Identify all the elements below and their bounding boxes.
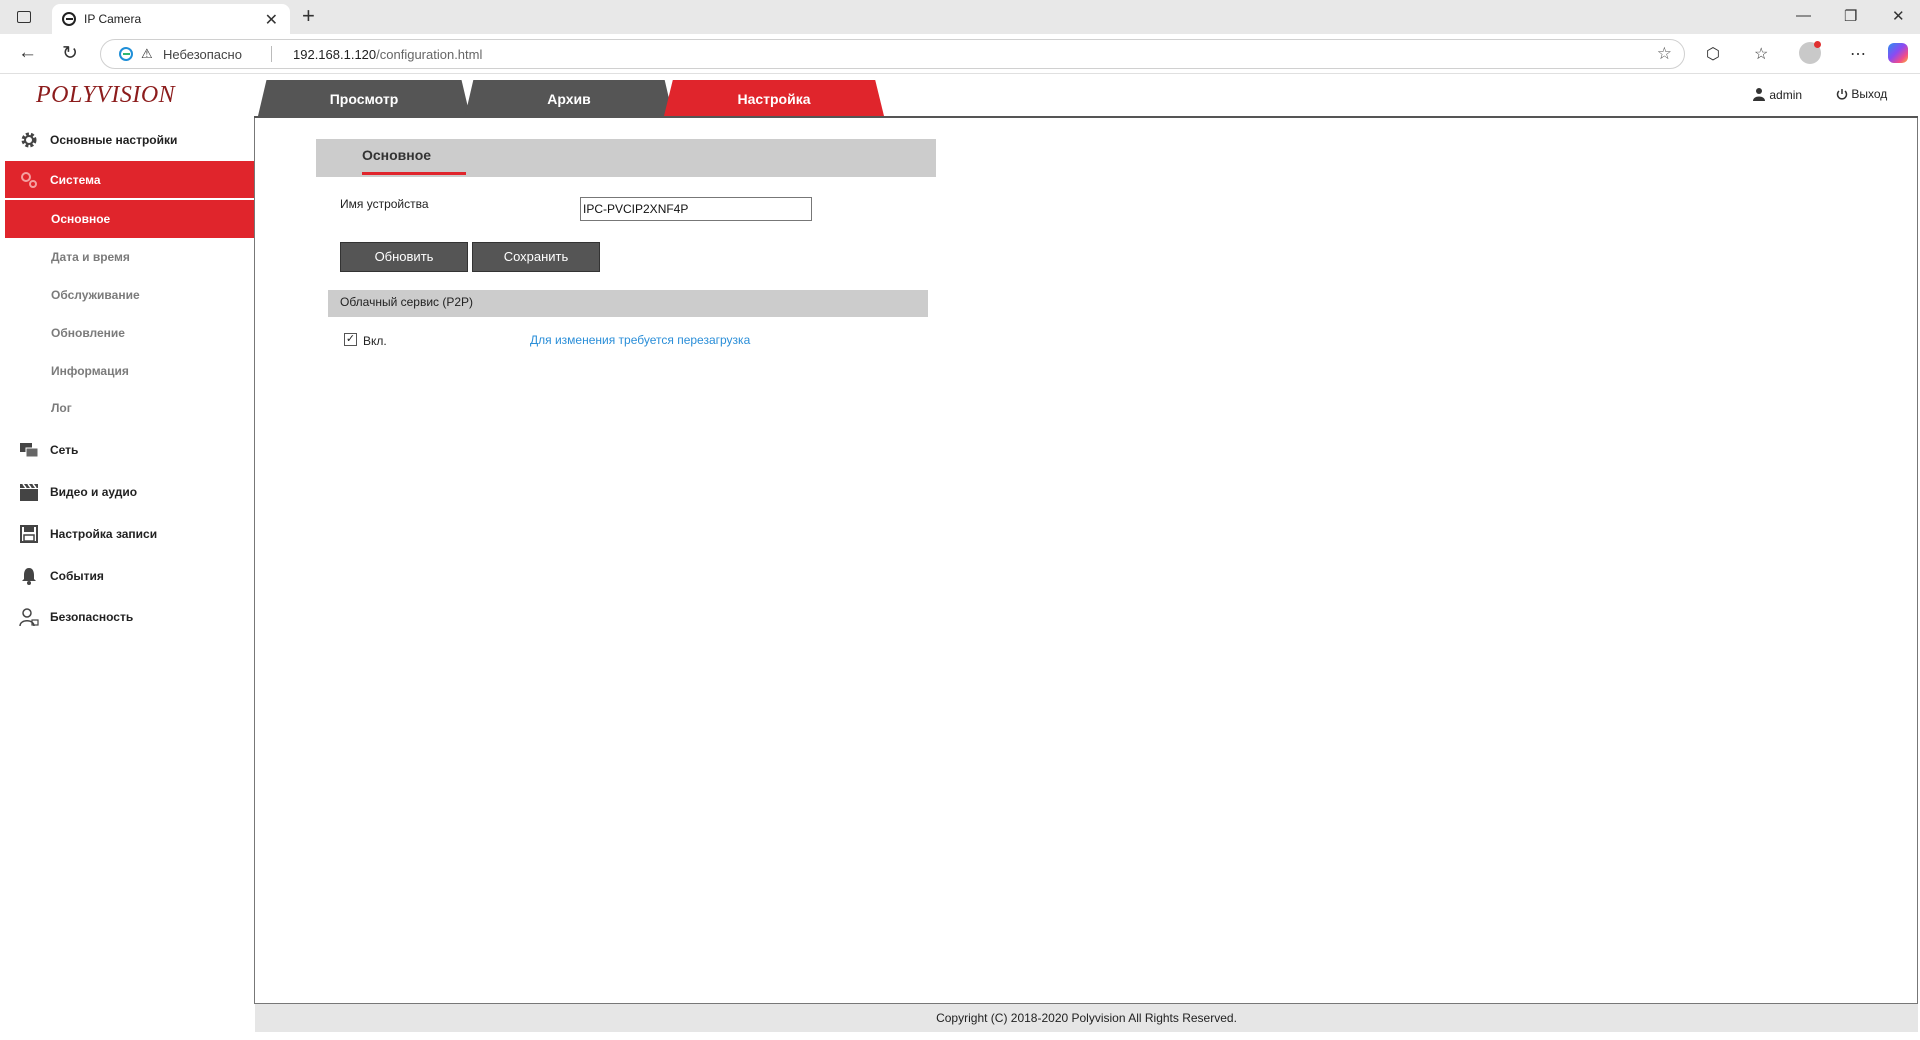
username: admin (1769, 88, 1803, 102)
sidebar-subitem-label: Лог (51, 401, 72, 415)
sidebar-item-recording[interactable]: Настройка записи (5, 515, 255, 553)
reload-icon[interactable]: ↻ (62, 42, 78, 65)
tab-settings[interactable]: Настройка (664, 80, 884, 116)
sidebar-subitem-update[interactable]: Обновление (5, 314, 255, 352)
sidebar-subitem-label: Информация (51, 364, 129, 378)
sidebar-subitem-label: Основное (51, 212, 111, 226)
security-status[interactable]: Небезопасно (163, 47, 242, 62)
url-text[interactable]: 192.168.1.120/configuration.html (293, 47, 482, 62)
extensions-icon[interactable]: ⬡ (1706, 44, 1720, 64)
network-icon (20, 443, 39, 458)
gears-icon (21, 172, 37, 188)
sidebar-item-label: Видео и аудио (50, 485, 138, 499)
footer: Copyright (C) 2018-2020 Polyvision All R… (255, 1004, 1918, 1032)
logout-button[interactable]: Выход (1836, 87, 1887, 101)
p2p-section-header: Облачный сервис (P2P) (328, 290, 928, 317)
restore-icon[interactable]: ❐ (1844, 7, 1857, 25)
sidebar-subitem-date-time[interactable]: Дата и время (5, 238, 255, 276)
browser-titlebar: IP Camera ✕ + — ❐ ✕ (0, 0, 1920, 34)
new-tab-button[interactable]: + (302, 3, 315, 29)
more-menu-icon[interactable]: ⋯ (1850, 44, 1866, 64)
section-tab-basic[interactable]: Основное (362, 147, 431, 163)
power-icon (1836, 89, 1848, 100)
tab-settings-label: Настройка (737, 91, 811, 107)
tab-actions-icon[interactable] (17, 11, 31, 23)
gear-icon (21, 132, 37, 148)
favorite-star-icon[interactable]: ☆ (1657, 44, 1672, 64)
sidebar-item-label: Настройка записи (50, 527, 158, 541)
tab-archive[interactable]: Архив (465, 80, 673, 116)
bell-icon (22, 568, 36, 585)
sidebar-item-label: Основные настройки (50, 133, 178, 147)
sidebar-subitem-label: Обслуживание (51, 288, 140, 302)
sidebar-subitem-label: Обновление (51, 326, 125, 340)
favorites-icon[interactable]: ☆ (1754, 44, 1768, 64)
back-icon[interactable]: ← (18, 42, 37, 64)
tab-archive-label: Архив (547, 91, 591, 107)
p2p-enable-checkbox[interactable]: ✓ (344, 333, 357, 346)
sidebar-item-label: Сеть (50, 443, 79, 457)
url-host: 192.168.1.120 (293, 47, 377, 62)
sidebar-item-system[interactable]: Система (5, 161, 255, 199)
section-tab-bar: Основное (316, 139, 936, 177)
sidebar-item-label: Система (50, 173, 101, 187)
logout-label: Выход (1851, 87, 1888, 101)
url-field[interactable]: ⚠ Небезопасно 192.168.1.120/configuratio… (100, 39, 1685, 69)
clapperboard-icon (20, 483, 38, 501)
address-bar-row: ← ↻ ⚠ Небезопасно 192.168.1.120/configur… (0, 34, 1920, 74)
sidebar-item-video-audio[interactable]: Видео и аудио (5, 473, 255, 511)
edge-ie-icon (119, 47, 133, 61)
p2p-enable-label[interactable]: Вкл. (363, 334, 387, 348)
sidebar-item-label: События (50, 569, 104, 583)
user-lock-icon (19, 608, 39, 627)
minimize-icon[interactable]: — (1796, 7, 1811, 24)
sidebar-item-network[interactable]: Сеть (5, 431, 255, 469)
save-button[interactable]: Сохранить (472, 242, 600, 272)
device-name-label: Имя устройства (340, 197, 429, 211)
sidebar-subitem-maintenance[interactable]: Обслуживание (5, 276, 255, 314)
sidebar-item-events[interactable]: События (5, 557, 255, 595)
tab-title: IP Camera (84, 12, 142, 26)
close-tab-icon[interactable]: ✕ (265, 10, 278, 30)
sidebar-item-security[interactable]: Безопасность (5, 598, 255, 636)
sidebar-subitem-label: Дата и время (51, 250, 130, 264)
close-window-icon[interactable]: ✕ (1892, 7, 1905, 25)
url-divider (271, 46, 272, 62)
browser-tab[interactable]: IP Camera ✕ (52, 4, 290, 34)
user-icon (1753, 88, 1765, 101)
warning-icon[interactable]: ⚠ (141, 46, 153, 62)
copilot-icon[interactable] (1888, 43, 1908, 63)
sidebar-subitem-info[interactable]: Информация (5, 352, 255, 390)
p2p-title: Облачный сервис (P2P) (340, 295, 474, 309)
tab-view[interactable]: Просмотр (258, 80, 470, 116)
app-header: POLYVISION Просмотр Архив Настройка admi… (0, 74, 1920, 118)
sidebar-subitem-basic[interactable]: Основное (5, 200, 255, 238)
logo-text: POLYVISION (36, 82, 176, 108)
floppy-icon (20, 525, 38, 543)
reboot-required-note: Для изменения требуется перезагрузка (530, 333, 751, 347)
sidebar-item-label: Безопасность (50, 610, 134, 624)
sidebar-item-basic-settings[interactable]: Основные настройки (5, 121, 255, 159)
section-tab-underline (362, 172, 466, 175)
profile-notification-dot (1814, 41, 1821, 48)
device-name-field[interactable] (580, 197, 812, 221)
edge-ie-icon (62, 12, 76, 26)
tab-view-label: Просмотр (329, 91, 399, 107)
sidebar-subitem-log[interactable]: Лог (5, 389, 255, 427)
user-menu[interactable]: admin (1752, 87, 1802, 102)
url-path: /configuration.html (376, 47, 483, 62)
copyright-text: Copyright (C) 2018-2020 Polyvision All R… (936, 1011, 1237, 1025)
refresh-button[interactable]: Обновить (340, 242, 468, 272)
sidebar: Основные настройки Система Основное Дата… (5, 118, 255, 1038)
polyvision-logo: POLYVISION (36, 82, 175, 110)
